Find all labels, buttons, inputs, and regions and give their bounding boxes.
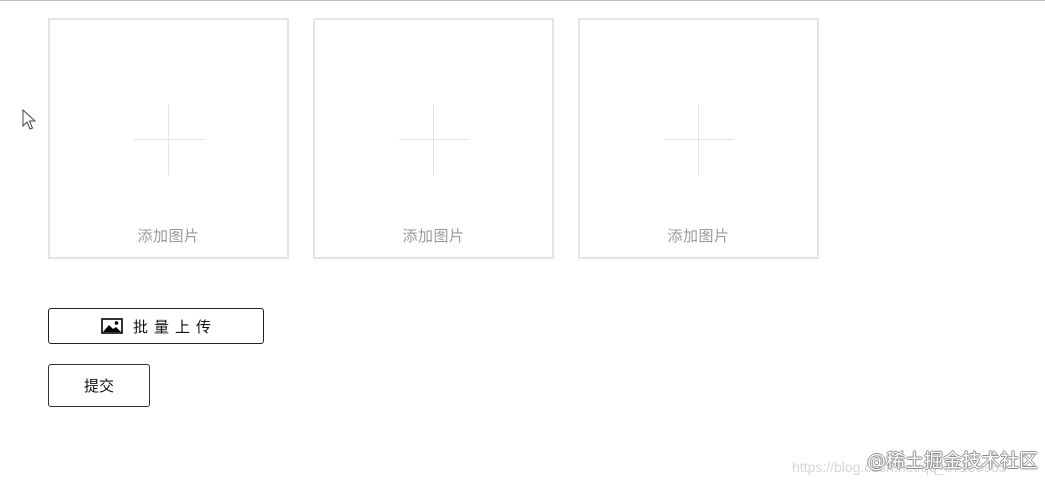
plus-icon <box>398 105 469 175</box>
add-image-label: 添加图片 <box>667 227 730 245</box>
add-image-label: 添加图片 <box>402 227 465 245</box>
image-upload-grid: 添加图片 添加图片 添加图片 <box>48 18 819 259</box>
image-icon <box>101 318 123 334</box>
add-image-label: 添加图片 <box>137 227 200 245</box>
top-divider <box>0 0 1045 1</box>
plus-icon <box>133 105 204 175</box>
submit-button[interactable]: 提交 <box>48 364 150 407</box>
submit-label: 提交 <box>83 377 114 395</box>
add-image-tile-1[interactable]: 添加图片 <box>48 18 289 259</box>
batch-upload-label: 批量上传 <box>132 317 217 336</box>
watermark-brand: @稀土掘金技术社区 <box>867 450 1039 472</box>
add-image-tile-3[interactable]: 添加图片 <box>578 18 819 259</box>
batch-upload-button[interactable]: 批量上传 <box>48 308 264 344</box>
add-image-tile-2[interactable]: 添加图片 <box>313 18 554 259</box>
plus-icon <box>663 105 734 175</box>
mouse-cursor-icon <box>22 109 37 130</box>
